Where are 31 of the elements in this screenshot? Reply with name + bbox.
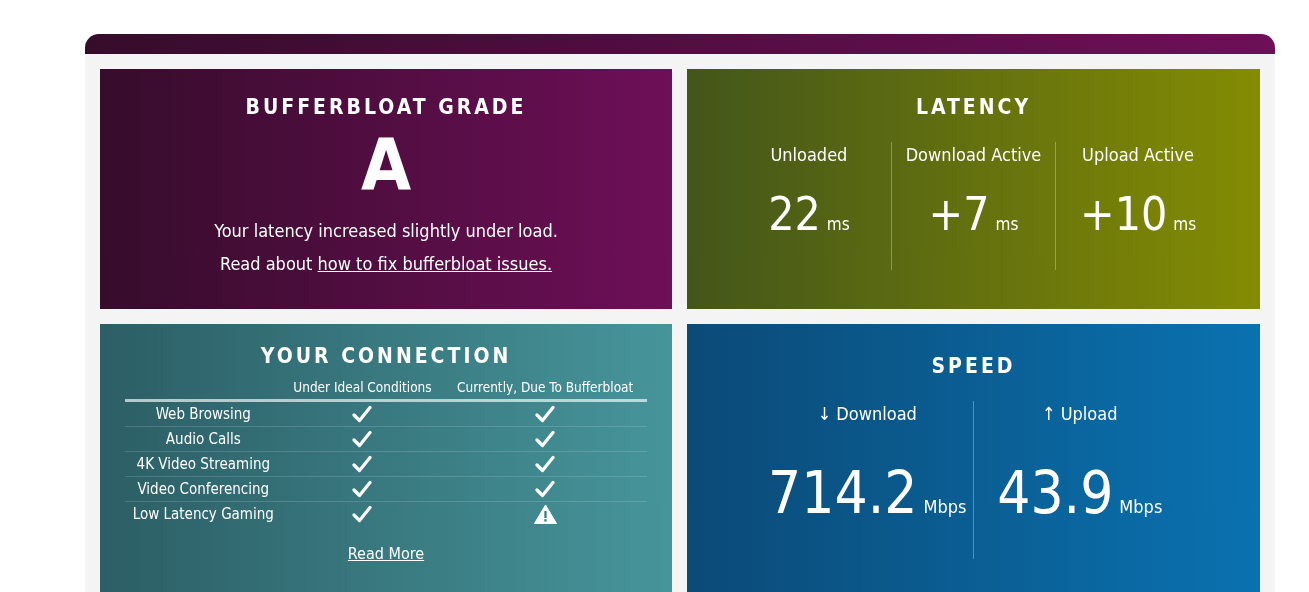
- fix-bufferbloat-link[interactable]: how to fix bufferbloat issues.: [317, 253, 553, 275]
- metric-value: 22: [768, 191, 821, 238]
- card-title: YOUR CONNECTION: [260, 344, 512, 370]
- grade-letter: A: [360, 128, 412, 201]
- metric-unit: ms: [995, 214, 1019, 235]
- column-header: Under Ideal Conditions: [293, 379, 432, 396]
- activity-label: Audio Calls: [165, 430, 241, 449]
- metric-unit: ms: [1173, 214, 1197, 235]
- help-text: Read about how to fix bufferbloat issues.: [219, 252, 553, 277]
- metric-unit: ms: [826, 214, 850, 235]
- metric-label: Upload Active: [1082, 144, 1195, 166]
- metric-unit: Mbps: [923, 496, 967, 518]
- metric-value: 43.9: [997, 464, 1114, 523]
- card-title: LATENCY: [915, 95, 1032, 121]
- activity-label: Low Latency Gaming: [132, 505, 274, 524]
- grade-message: Your latency increased slightly under load.: [214, 219, 558, 244]
- card-title: BUFFERBLOAT GRADE: [245, 95, 527, 121]
- metric-label: ↓ Download: [817, 403, 917, 425]
- metric-label: ↑ Upload: [1042, 403, 1118, 425]
- column-header: Currently, Due To Bufferbloat: [457, 379, 634, 396]
- metric-value: +7: [928, 191, 990, 238]
- card-title: SPEED: [931, 354, 1016, 380]
- read-more-link[interactable]: Read More: [347, 544, 425, 564]
- metric-value: +10: [1080, 191, 1168, 238]
- metric-label: Unloaded: [770, 144, 848, 166]
- metric-unit: Mbps: [1119, 496, 1163, 518]
- metric-label: Download Active: [905, 144, 1042, 166]
- metric-value: 714.2: [768, 464, 918, 523]
- activity-label: Web Browsing: [155, 405, 251, 424]
- activity-label: 4K Video Streaming: [136, 455, 270, 474]
- activity-label: Video Conferencing: [137, 480, 270, 499]
